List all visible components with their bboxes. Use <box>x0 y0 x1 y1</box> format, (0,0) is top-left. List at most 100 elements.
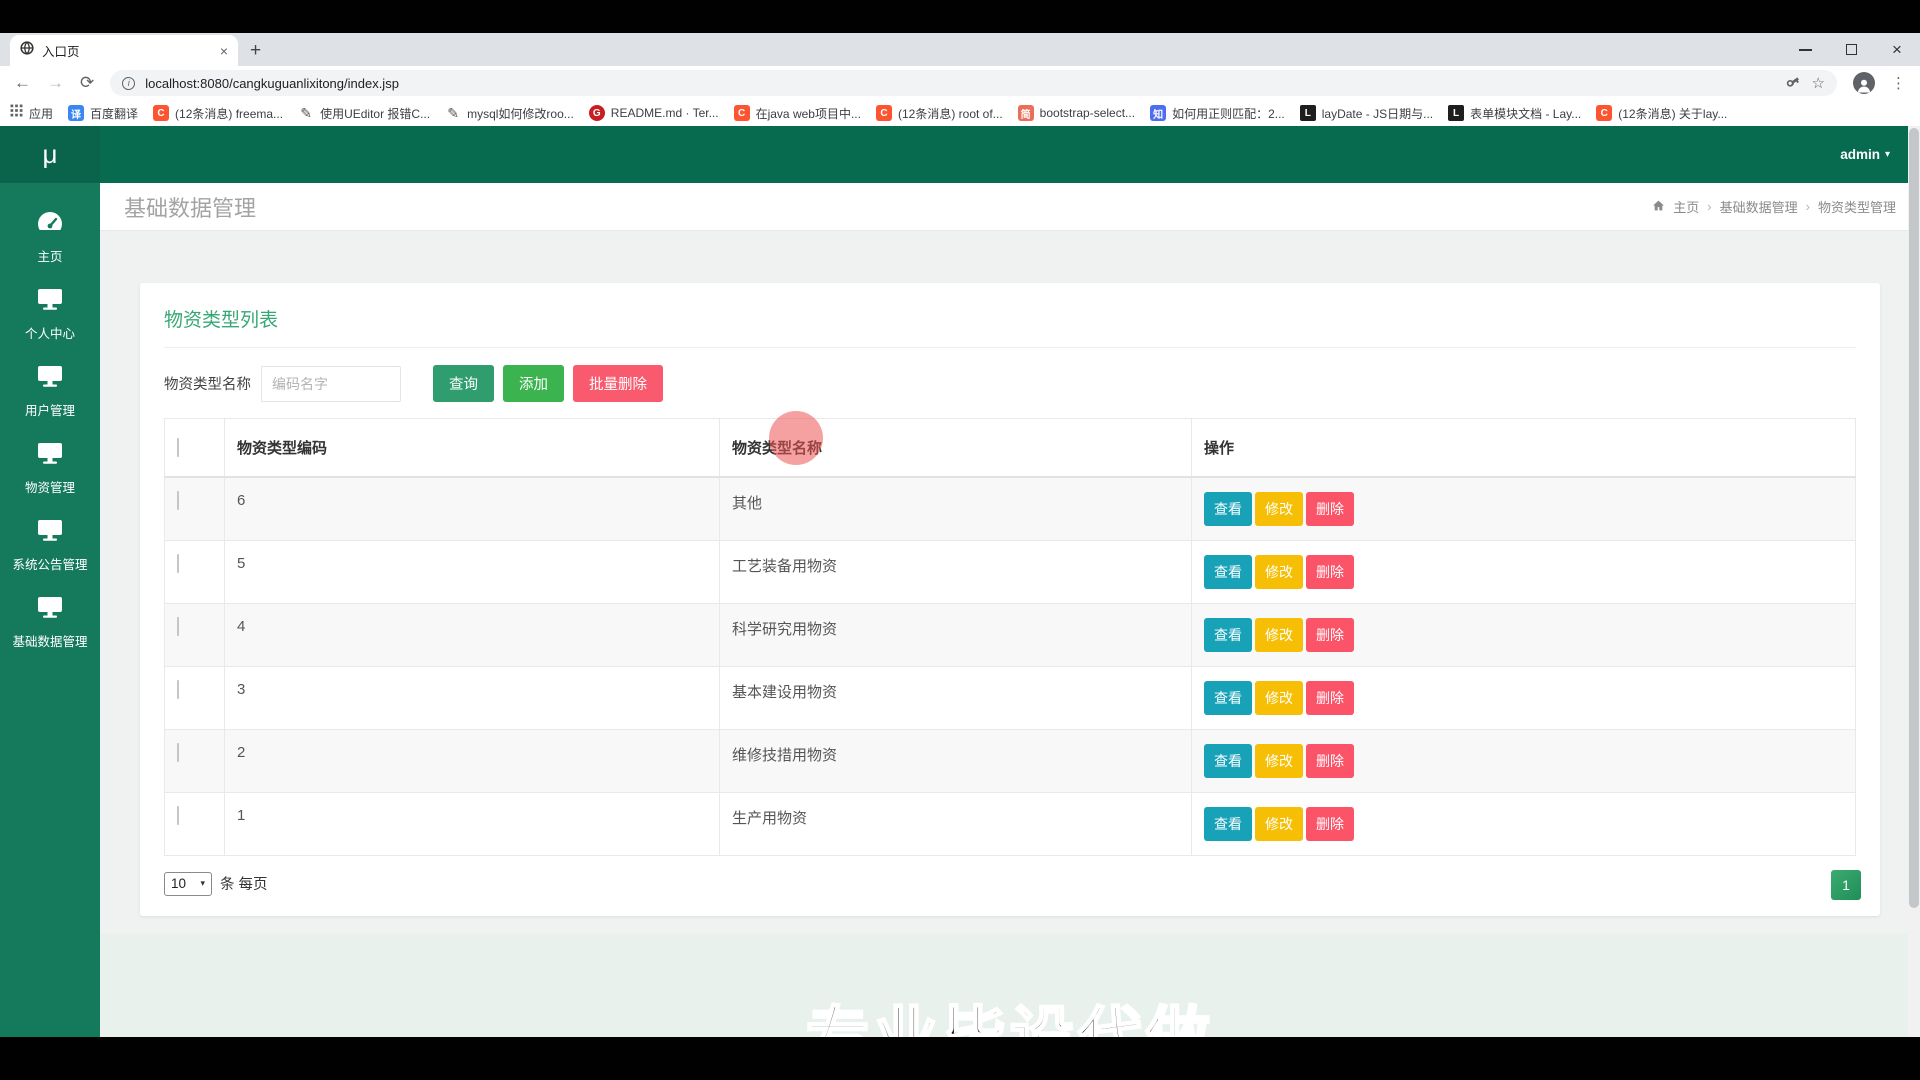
apps-button[interactable]: 应用 <box>10 104 53 122</box>
edit-button[interactable]: 修改 <box>1255 680 1303 715</box>
sidebar-item-users[interactable]: 用户管理 <box>0 353 100 430</box>
row-checkbox[interactable] <box>177 491 179 510</box>
page-info-icon[interactable]: i <box>122 76 136 90</box>
view-button[interactable]: 查看 <box>1204 806 1252 841</box>
page-size-select[interactable]: 10 ▾ <box>164 871 212 896</box>
bookmark-item[interactable]: C (12条消息) 关于lay... <box>1596 105 1727 122</box>
letterbox-top <box>0 0 1920 33</box>
batch-delete-button[interactable]: 批量删除 <box>573 365 663 402</box>
bookmark-item[interactable]: C (12条消息) freema... <box>153 105 283 122</box>
delete-button[interactable]: 删除 <box>1306 617 1354 652</box>
url-text[interactable]: localhost:8080/cangkuguanlixitong/index.… <box>145 76 1775 91</box>
sidebar-item-label: 系统公告管理 <box>12 558 88 572</box>
cell-name: 其他 <box>719 476 1192 541</box>
select-all-checkbox[interactable] <box>177 438 179 457</box>
browser-menu-icon[interactable]: ⋮ <box>1891 74 1906 92</box>
bookmark-item[interactable]: G README.md · Ter... <box>588 105 719 121</box>
delete-button[interactable]: 删除 <box>1306 680 1354 715</box>
window-close-button[interactable]: × <box>1874 33 1920 66</box>
bookmark-item[interactable]: 简 bootstrap-select... <box>1017 105 1136 121</box>
divider <box>164 347 1856 348</box>
bookmark-item[interactable]: 译百度翻译 <box>68 105 138 122</box>
view-button[interactable]: 查看 <box>1204 554 1252 589</box>
edit-button[interactable]: 修改 <box>1255 743 1303 778</box>
tab-close-icon[interactable]: × <box>220 44 228 58</box>
row-checkbox[interactable] <box>177 742 179 762</box>
cell-code: 2 <box>224 728 720 793</box>
sidebar-item-home[interactable]: 主页 <box>0 199 100 276</box>
chevron-down-icon[interactable]: ▾ <box>1885 149 1890 160</box>
breadcrumb-home[interactable]: 主页 <box>1673 197 1699 216</box>
bookmark-item[interactable]: 知如何用正则匹配：2... <box>1150 105 1285 122</box>
search-label: 物资类型名称 <box>164 377 251 393</box>
bookmark-item[interactable]: ✎ mysql如何修改roo... <box>445 105 574 122</box>
app-logo: μ <box>0 126 100 183</box>
letterbox-bottom <box>0 1037 1920 1080</box>
column-header-actions: 操作 <box>1191 418 1856 478</box>
user-menu[interactable]: admin <box>1840 147 1880 162</box>
bookmark-label: 使用UEditor 报错C... <box>320 106 431 121</box>
add-button[interactable]: 添加 <box>503 365 564 402</box>
cell-name: 生产用物资 <box>719 791 1192 856</box>
delete-button[interactable]: 删除 <box>1306 743 1354 778</box>
edit-button[interactable]: 修改 <box>1255 617 1303 652</box>
browser-tab-bar: 入口页 × + × <box>0 33 1920 66</box>
view-button[interactable]: 查看 <box>1204 680 1252 715</box>
bookmark-label: 百度翻译 <box>90 106 139 121</box>
scrollbar[interactable] <box>1908 126 1920 1037</box>
delete-button[interactable]: 删除 <box>1306 806 1354 841</box>
apps-label: 应用 <box>29 106 54 121</box>
bookmark-star-icon[interactable]: ☆ <box>1812 74 1825 92</box>
view-button[interactable]: 查看 <box>1204 743 1252 778</box>
delete-button[interactable]: 删除 <box>1306 554 1354 589</box>
sidebar-item-label: 个人中心 <box>24 327 75 341</box>
query-button[interactable]: 查询 <box>433 365 494 402</box>
window-maximize-button[interactable] <box>1828 33 1874 66</box>
back-icon[interactable]: ← <box>14 73 31 93</box>
pen-favicon-icon: ✎ <box>300 104 312 121</box>
row-checkbox[interactable] <box>177 616 179 636</box>
browser-profile-avatar[interactable] <box>1853 72 1875 94</box>
edit-button[interactable]: 修改 <box>1255 806 1303 841</box>
new-tab-button[interactable]: + <box>250 40 261 66</box>
bookmark-label: (12条消息) 关于lay... <box>1618 106 1728 121</box>
pagination-bar: 10 ▾ 条 每页 <box>164 871 1856 896</box>
search-input[interactable] <box>261 365 401 402</box>
sidebar-item-announcements[interactable]: 系统公告管理 <box>0 507 100 584</box>
bookmark-item[interactable]: C (12条消息) root of... <box>875 105 1003 122</box>
csdn-favicon-icon: C <box>1596 105 1613 121</box>
per-page-label: 条 每页 <box>220 877 268 893</box>
bookmark-label: bootstrap-select... <box>1039 106 1136 120</box>
cell-code: 5 <box>224 539 720 604</box>
password-key-icon[interactable] <box>1786 75 1802 91</box>
view-button[interactable]: 查看 <box>1204 492 1252 526</box>
breadcrumb-base-data[interactable]: 基础数据管理 <box>1720 197 1798 216</box>
globe-favicon-icon <box>20 41 34 60</box>
monitor-icon <box>36 595 64 624</box>
bookmark-item[interactable]: C 在java web项目中... <box>733 105 861 122</box>
window-minimize-button[interactable] <box>1782 33 1828 66</box>
browser-tab[interactable]: 入口页 × <box>10 35 238 66</box>
gitee-favicon-icon: G <box>588 105 605 121</box>
delete-button[interactable]: 删除 <box>1306 492 1354 526</box>
sidebar-item-profile[interactable]: 个人中心 <box>0 276 100 353</box>
sidebar-item-materials[interactable]: 物资管理 <box>0 430 100 507</box>
row-checkbox[interactable] <box>177 805 179 825</box>
bookmark-item[interactable]: LlayDate - JS日期与... <box>1299 105 1433 122</box>
bookmark-item[interactable]: L 表单模块文档 - Lay... <box>1448 105 1581 122</box>
row-checkbox[interactable] <box>177 553 179 573</box>
row-checkbox[interactable] <box>177 679 179 699</box>
address-bar[interactable]: i localhost:8080/cangkuguanlixitong/inde… <box>110 70 1837 96</box>
monitor-icon <box>36 518 64 547</box>
search-toolbar: 物资类型名称 查询 添加 批量删除 <box>164 365 1856 402</box>
bookmark-item[interactable]: ✎ 使用UEditor 报错C... <box>298 105 430 122</box>
reload-icon[interactable]: ⟳ <box>80 73 94 93</box>
edit-button[interactable]: 修改 <box>1255 554 1303 589</box>
view-button[interactable]: 查看 <box>1204 617 1252 652</box>
sidebar-item-label: 主页 <box>37 250 63 264</box>
scrollbar-thumb[interactable] <box>1909 128 1919 908</box>
edit-button[interactable]: 修改 <box>1255 492 1303 526</box>
page-number-button[interactable]: 1 <box>1831 870 1861 900</box>
sidebar-item-base-data[interactable]: 基础数据管理 <box>0 584 100 661</box>
forward-icon[interactable]: → <box>47 73 64 93</box>
